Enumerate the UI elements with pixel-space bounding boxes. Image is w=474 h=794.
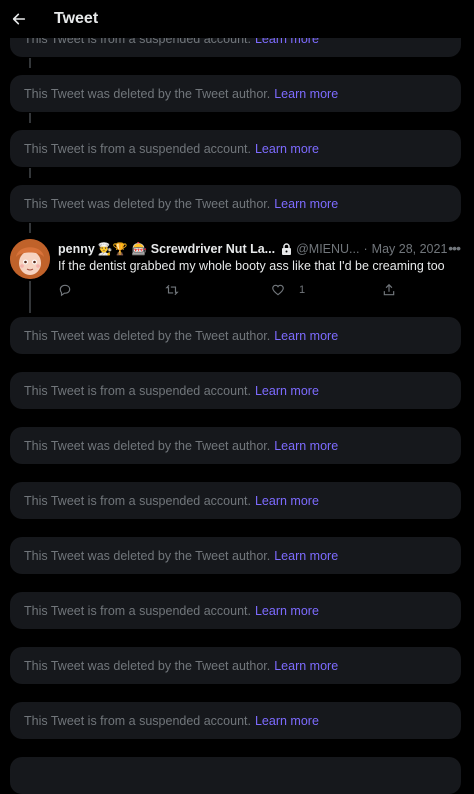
user-handle[interactable]: @MIENU... xyxy=(296,242,359,256)
display-name[interactable]: penny xyxy=(58,242,95,256)
notice-text: This Tweet was deleted by the Tweet auth… xyxy=(24,196,271,211)
like-count: 1 xyxy=(299,284,306,296)
learn-more-link[interactable]: Learn more xyxy=(274,439,338,453)
thread-line xyxy=(29,58,31,68)
notice-text: This Tweet is from a suspended account. xyxy=(24,383,251,398)
arrow-left-icon xyxy=(12,13,26,25)
display-name-suffix[interactable]: 🎰 Screwdriver Nut La... xyxy=(132,242,275,257)
retweet-icon xyxy=(165,284,179,296)
tweet-text: If the dentist grabbed my whole booty as… xyxy=(58,259,445,273)
deleted-notice: This Tweet was deleted by the Tweet auth… xyxy=(10,75,461,112)
notice-text: This Tweet is from a suspended account. xyxy=(24,493,251,508)
suspended-notice: This Tweet is from a suspended account. … xyxy=(10,482,461,519)
name-emojis: 👨‍🍳🏆 xyxy=(97,242,128,256)
deleted-notice: This Tweet was deleted by the Tweet auth… xyxy=(10,427,461,464)
suspended-notice: This Tweet is from a suspended account. … xyxy=(10,372,461,409)
share-icon xyxy=(383,283,395,296)
partial-notice xyxy=(10,757,461,794)
separator-dot: · xyxy=(363,242,368,256)
thread-line xyxy=(29,168,31,178)
reply-icon xyxy=(59,284,71,297)
learn-more-link[interactable]: Learn more xyxy=(255,494,319,508)
learn-more-link[interactable]: Learn more xyxy=(255,142,319,156)
avatar[interactable] xyxy=(10,239,50,279)
learn-more-link[interactable]: Learn more xyxy=(274,87,338,101)
learn-more-link[interactable]: Learn more xyxy=(274,197,338,211)
learn-more-link[interactable]: Learn more xyxy=(255,384,319,398)
heart-icon xyxy=(272,284,284,296)
suspended-notice: This Tweet is from a suspended account. … xyxy=(10,592,461,629)
learn-more-link[interactable]: Learn more xyxy=(255,604,319,618)
deleted-notice: This Tweet was deleted by the Tweet auth… xyxy=(10,185,461,222)
reply-button[interactable] xyxy=(58,283,72,297)
page-title: Tweet xyxy=(54,10,99,27)
notice-text: This Tweet was deleted by the Tweet auth… xyxy=(24,548,271,563)
thread-line xyxy=(29,113,31,123)
lock-icon xyxy=(282,243,292,255)
tweet-thread: This Tweet is from a suspended account. … xyxy=(0,0,474,794)
more-horizontal-icon[interactable]: ••• xyxy=(448,240,461,256)
learn-more-link[interactable]: Learn more xyxy=(274,549,338,563)
notice-text: This Tweet is from a suspended account. xyxy=(24,603,251,618)
notice-text: This Tweet is from a suspended account. xyxy=(24,713,251,728)
share-button[interactable] xyxy=(382,283,396,297)
notice-text: This Tweet was deleted by the Tweet auth… xyxy=(24,86,271,101)
suspended-notice: This Tweet is from a suspended account. … xyxy=(10,702,461,739)
retweet-button[interactable] xyxy=(165,283,179,297)
top-bar: Tweet xyxy=(0,0,474,38)
notice-text: This Tweet was deleted by the Tweet auth… xyxy=(24,328,271,343)
tweet[interactable]: penny 👨‍🍳🏆 🎰 Screwdriver Nut La... @MIEN… xyxy=(0,231,474,311)
like-button[interactable]: 1 xyxy=(271,283,305,297)
learn-more-link[interactable]: Learn more xyxy=(274,659,338,673)
tweet-header: penny 👨‍🍳🏆 🎰 Screwdriver Nut La... @MIEN… xyxy=(58,240,463,258)
deleted-notice: This Tweet was deleted by the Tweet auth… xyxy=(10,647,461,684)
notice-text: This Tweet is from a suspended account. xyxy=(24,141,251,156)
deleted-notice: This Tweet was deleted by the Tweet auth… xyxy=(10,537,461,574)
learn-more-link[interactable]: Learn more xyxy=(255,714,319,728)
deleted-notice: This Tweet was deleted by the Tweet auth… xyxy=(10,317,461,354)
notice-text: This Tweet was deleted by the Tweet auth… xyxy=(24,658,271,673)
back-button[interactable] xyxy=(2,2,36,36)
tweet-actions: 1 xyxy=(58,283,403,303)
notice-text: This Tweet was deleted by the Tweet auth… xyxy=(24,438,271,453)
suspended-notice: This Tweet is from a suspended account. … xyxy=(10,130,461,167)
tweet-date[interactable]: May 28, 2021 xyxy=(372,242,448,256)
learn-more-link[interactable]: Learn more xyxy=(274,329,338,343)
